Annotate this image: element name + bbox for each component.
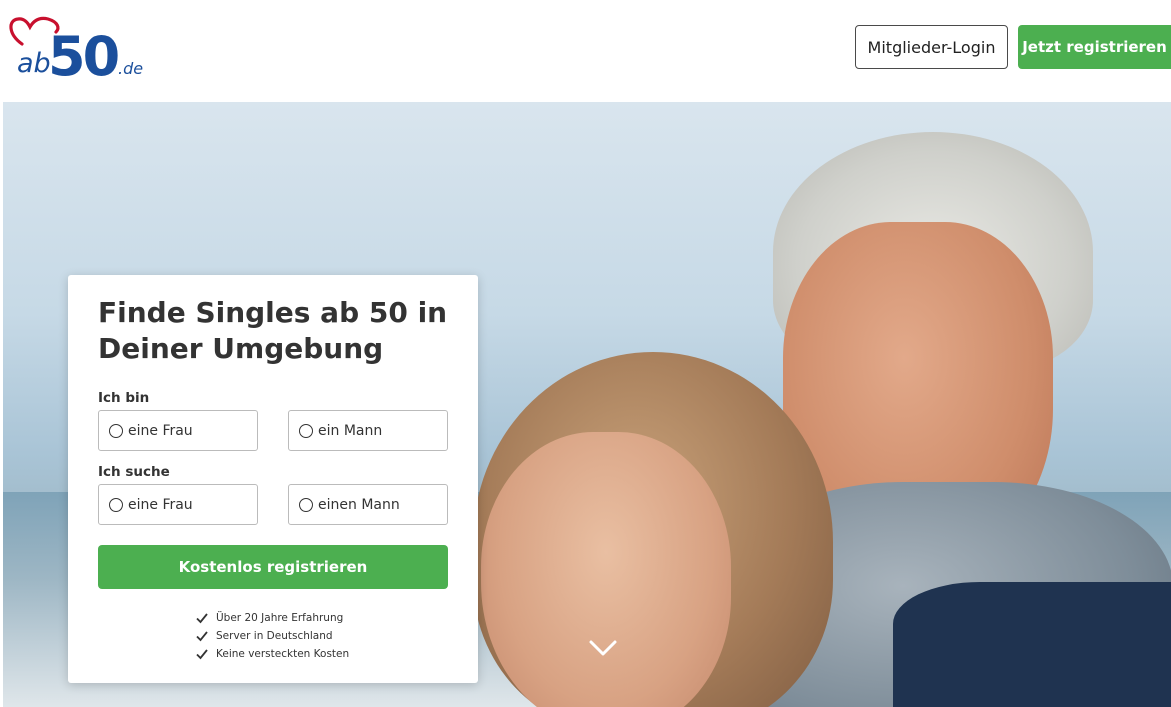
feature-item: Über 20 Jahre Erfahrung <box>196 609 349 627</box>
logo-graphic: ab 50 .de <box>9 16 143 80</box>
i-am-man-option[interactable]: ein Mann <box>288 410 448 451</box>
feature-item: Keine versteckten Kosten <box>196 645 349 663</box>
radio-icon[interactable] <box>109 497 123 512</box>
option-label: eine Frau <box>128 496 193 513</box>
logo[interactable]: ab 50 .de <box>6 14 156 80</box>
logo-number: 50 <box>48 25 118 80</box>
check-icon <box>196 613 208 624</box>
registration-card: Finde Singles ab 50 in Deiner Umgebung I… <box>68 275 478 683</box>
option-label: einen Mann <box>318 496 400 513</box>
looking-for-label: Ich suche <box>98 464 170 480</box>
card-title: Finde Singles ab 50 in Deiner Umgebung <box>98 296 448 365</box>
register-now-button[interactable]: Jetzt registrieren <box>1018 25 1171 69</box>
hero-shirt <box>893 582 1171 707</box>
member-login-button[interactable]: Mitglieder-Login <box>855 25 1008 69</box>
radio-icon[interactable] <box>109 423 123 438</box>
looking-for-woman-option[interactable]: eine Frau <box>98 484 258 525</box>
feature-item: Server in Deutschland <box>196 627 349 645</box>
logo-prefix: ab <box>17 48 51 79</box>
feature-list: Über 20 Jahre Erfahrung Server in Deutsc… <box>196 609 349 663</box>
hero-woman-face <box>481 432 731 707</box>
check-icon <box>196 631 208 642</box>
option-label: eine Frau <box>128 422 193 439</box>
register-free-button[interactable]: Kostenlos registrieren <box>98 545 448 589</box>
radio-icon[interactable] <box>299 423 313 438</box>
site-header: ab 50 .de Mitglieder-Login Jetzt registr… <box>0 0 1171 102</box>
i-am-label: Ich bin <box>98 390 150 406</box>
looking-for-man-option[interactable]: einen Mann <box>288 484 448 525</box>
feature-text: Über 20 Jahre Erfahrung <box>216 612 344 624</box>
feature-text: Server in Deutschland <box>216 630 333 642</box>
chevron-down-icon[interactable] <box>588 638 618 658</box>
check-icon <box>196 649 208 660</box>
logo-tld: .de <box>118 59 143 78</box>
feature-text: Keine versteckten Kosten <box>216 648 350 660</box>
radio-icon[interactable] <box>299 497 313 512</box>
i-am-woman-option[interactable]: eine Frau <box>98 410 258 451</box>
option-label: ein Mann <box>318 422 383 439</box>
